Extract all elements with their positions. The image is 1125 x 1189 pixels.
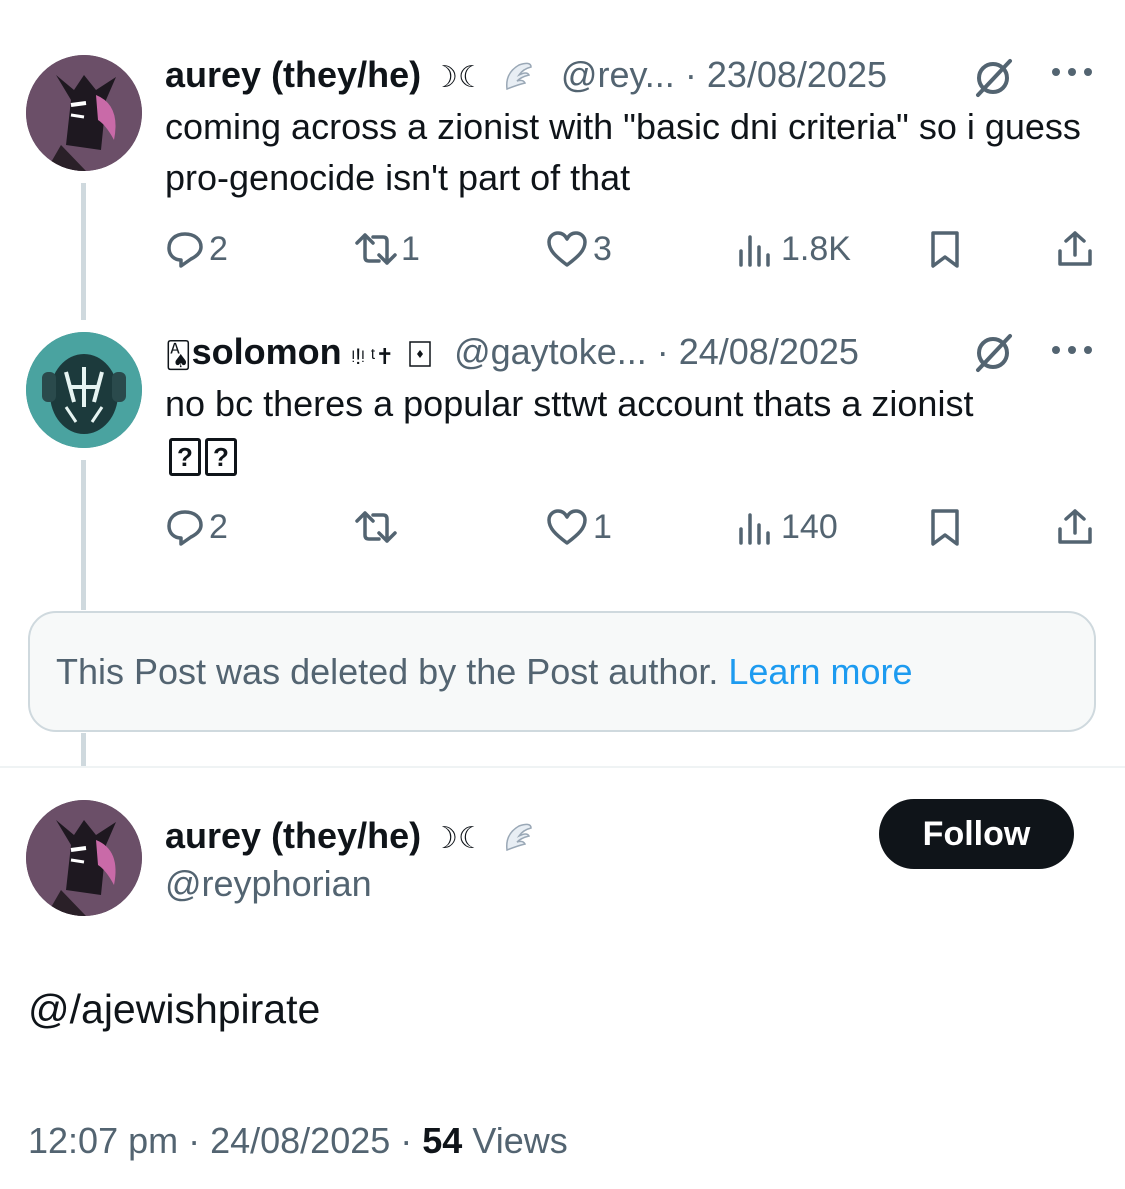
user-handle[interactable]: @rey... <box>561 54 675 95</box>
bookmark-icon <box>931 509 959 546</box>
user-handle[interactable]: @reyphorian <box>165 863 372 904</box>
moon-glyphs: ☽☾ <box>431 61 485 94</box>
thread-line-1 <box>81 183 86 320</box>
post-timestamp: 12:07 pm · 24/08/2025 · 54 Views <box>28 1120 568 1162</box>
repost-icon <box>355 233 397 265</box>
tweet1-text: coming across a zionist with "basic dni … <box>165 106 1081 198</box>
tweet2-actions: 2 1 140 <box>165 505 1095 549</box>
moon-glyphs: ☽☾ <box>431 822 485 855</box>
deleted-message: This Post was deleted by the Post author… <box>56 650 719 692</box>
divider <box>0 766 1125 768</box>
tweet2-text: no bc theres a popular sttwt account tha… <box>165 383 974 424</box>
like-icon <box>547 231 587 267</box>
reply-icon <box>167 232 203 268</box>
main-header: aurey (they/he) ☽☾ <box>165 814 535 864</box>
reply-icon <box>167 510 203 546</box>
repost-count: 1 <box>401 229 420 268</box>
repost-button[interactable] <box>353 505 401 549</box>
tweet2-header: 🂡solomon ᵎ!ᵎ ᵗ✝ @gaytoke... · 24/08/2025 <box>165 330 859 379</box>
unknown-glyph-box: ? <box>205 438 237 477</box>
card-icon <box>408 334 432 378</box>
reply-button[interactable]: 2 <box>165 227 228 271</box>
like-icon <box>547 509 587 545</box>
share-button[interactable] <box>1055 227 1095 271</box>
reply-button[interactable]: 2 <box>165 505 228 549</box>
views-icon <box>739 513 770 545</box>
avatar[interactable] <box>26 332 142 448</box>
avatar[interactable] <box>26 55 142 171</box>
views-icon <box>739 235 770 267</box>
reply-count: 2 <box>209 229 228 268</box>
user-handle[interactable]: @gaytoke... <box>454 331 647 372</box>
deleted-post-notice: This Post was deleted by the Post author… <box>28 611 1096 732</box>
like-button[interactable]: 3 <box>545 227 612 271</box>
avatar[interactable] <box>26 800 142 916</box>
tweet1-actions: 2 1 3 1.8K <box>165 227 1095 271</box>
follow-button[interactable]: Follow <box>879 799 1074 869</box>
learn-more-link[interactable]: Learn more <box>728 651 912 693</box>
repost-icon <box>355 511 397 543</box>
post-date[interactable]: · 23/08/2025 <box>685 54 887 95</box>
name-glyphs: ᵎ!ᵎ ᵗ✝ <box>351 344 395 369</box>
tweet1-header: aurey (they/he) ☽☾ @rey... · 23/08/2025 <box>165 53 887 103</box>
views-button[interactable]: 1.8K <box>737 227 851 271</box>
repost-button[interactable]: 1 <box>353 227 420 271</box>
views-label: Views <box>472 1120 568 1161</box>
grok-icon[interactable] <box>972 330 1016 379</box>
like-count: 3 <box>593 229 612 268</box>
display-name[interactable]: aurey (they/he) <box>165 54 421 95</box>
views-count: 140 <box>781 507 838 546</box>
post-date[interactable]: · 24/08/2025 <box>657 331 859 372</box>
share-icon <box>1058 231 1092 266</box>
display-name[interactable]: solomon <box>192 331 342 372</box>
share-icon <box>1058 509 1092 544</box>
card-glyph: 🂡 <box>165 340 192 370</box>
more-icon[interactable] <box>1050 338 1094 367</box>
time-date[interactable]: 12:07 pm · 24/08/2025 · <box>28 1120 412 1161</box>
thread-line-3 <box>81 733 86 766</box>
like-count: 1 <box>593 507 612 546</box>
tweet2-text-block: no bc theres a popular sttwt account tha… <box>165 378 985 480</box>
wing-icon <box>501 820 535 864</box>
share-button[interactable] <box>1055 505 1095 549</box>
views-count: 1.8K <box>781 229 851 268</box>
views-button[interactable]: 140 <box>737 505 838 549</box>
thread-line-2 <box>81 460 86 610</box>
like-button[interactable]: 1 <box>545 505 612 549</box>
more-icon[interactable] <box>1050 60 1094 89</box>
wing-icon <box>501 59 535 103</box>
unknown-glyph-box: ? <box>169 438 201 477</box>
grok-icon[interactable] <box>972 55 1016 104</box>
bookmark-icon <box>931 231 959 268</box>
bookmark-button[interactable] <box>927 227 963 271</box>
reply-count: 2 <box>209 507 228 546</box>
main-post-text: @/ajewishpirate <box>28 986 321 1032</box>
bookmark-button[interactable] <box>927 505 963 549</box>
main-handle-row: @reyphorian <box>165 862 372 906</box>
display-name[interactable]: aurey (they/he) <box>165 815 421 856</box>
views-count: 54 <box>422 1120 463 1161</box>
